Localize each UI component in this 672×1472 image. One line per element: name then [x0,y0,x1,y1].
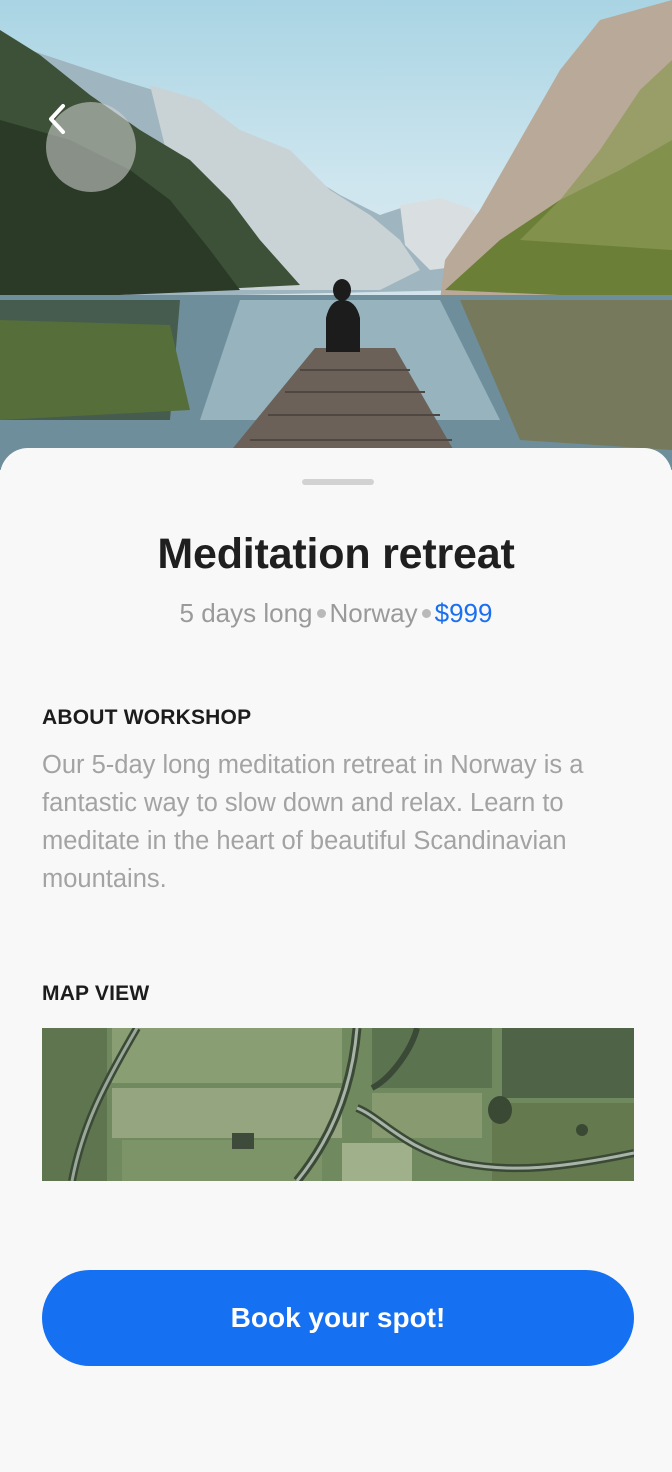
retreat-price: $999 [434,598,493,628]
retreat-meta: 5 days long Norway $999 [0,598,672,629]
retreat-duration: 5 days long [179,598,313,628]
mountain-lake-photo [0,0,672,470]
map-view[interactable] [42,1028,634,1181]
separator-dot [316,608,326,618]
hero-image [0,0,672,470]
retreat-location: Norway [329,598,418,628]
aerial-map-photo [42,1028,634,1181]
about-text: Our 5-day long meditation retreat in Nor… [42,751,584,893]
separator-dot [421,608,431,618]
detail-sheet: Meditation retreat 5 days long Norway $999… [0,448,672,1472]
about-heading: ABOUT WORKSHOP [42,706,252,729]
back-button[interactable] [46,102,136,192]
map-heading: MAP VIEW [42,982,150,1005]
sheet-handle[interactable] [302,479,374,485]
retreat-title: Meditation retreat [157,530,515,578]
book-spot-button[interactable]: Book your spot! [42,1270,634,1366]
chevron-left-icon [49,104,65,134]
